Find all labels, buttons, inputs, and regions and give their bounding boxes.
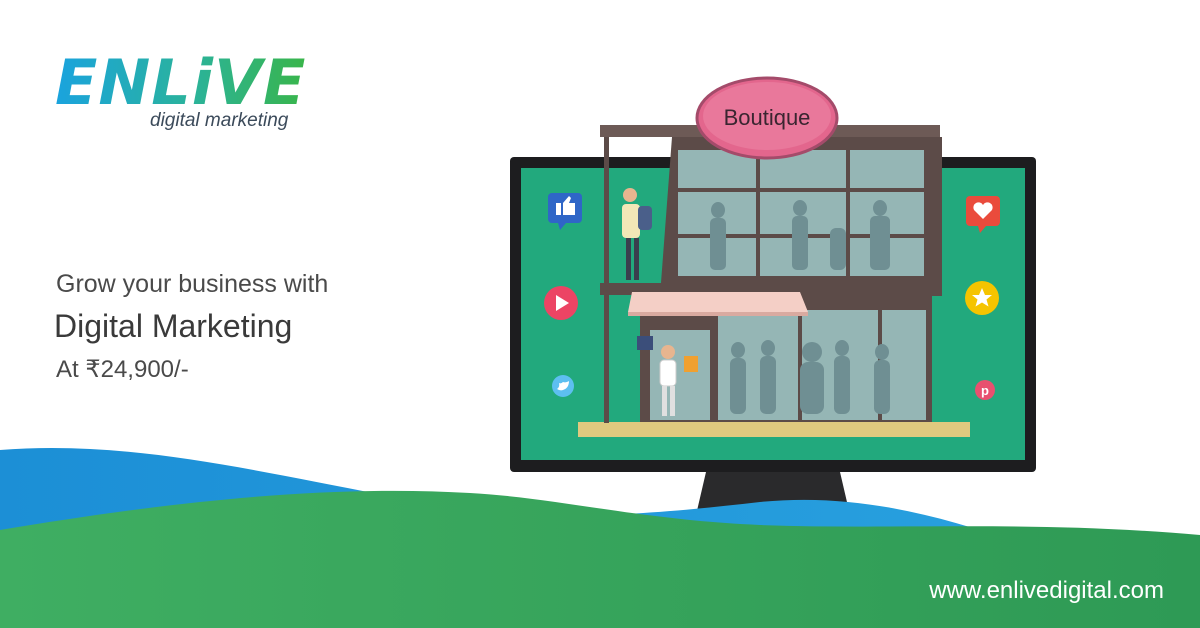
- twitter-icon: [552, 375, 574, 397]
- play-icon: [544, 286, 578, 320]
- star-icon: [965, 281, 999, 315]
- headline-line2: Digital Marketing: [54, 308, 293, 344]
- headline-line1: Grow your business with: [56, 270, 329, 298]
- pinterest-icon: p: [975, 380, 995, 400]
- brand-tagline: digital marketing: [150, 110, 289, 131]
- svg-text:p: p: [981, 383, 989, 398]
- website-link[interactable]: www.enlivedigital.com: [929, 577, 1164, 605]
- boutique-sign-label: Boutique: [723, 105, 811, 130]
- brand-logo[interactable]: ENLiVE: [55, 48, 306, 118]
- green-wave: [0, 490, 1200, 628]
- ad-banner: p Boutique ENLiVE digital marketing Grow…: [0, 0, 1200, 628]
- price-text: At ₹24,900/-: [56, 356, 189, 383]
